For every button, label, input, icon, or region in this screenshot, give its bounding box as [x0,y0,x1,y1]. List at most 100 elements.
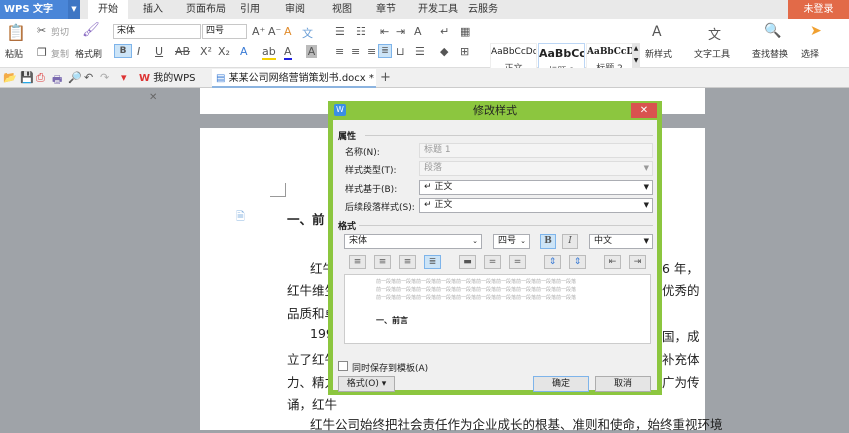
highlight-icon[interactable]: ab [262,45,276,60]
new-style-button[interactable]: 新样式 [645,47,672,60]
italic-toggle[interactable]: I [562,234,578,249]
close-button[interactable]: ✕ [631,103,657,118]
line-spacing-icon[interactable]: ☰ [415,45,425,58]
cut-icon[interactable]: ✂ [37,24,46,37]
new-style-icon[interactable]: A [652,24,662,40]
double-spacing-button[interactable]: = [509,255,526,269]
save-icon[interactable]: 💾 [20,71,34,84]
chevron-down-icon: ⌄ [520,237,526,245]
print-preview-icon[interactable]: 🔎 [68,71,82,84]
chinese-layout-icon[interactable]: A [414,25,422,38]
decrease-indent-icon[interactable]: ⇤ [380,25,389,38]
bold-toggle[interactable]: B [540,234,556,249]
table-icon[interactable]: ▦ [460,25,470,38]
phonetic-icon[interactable]: 文 [302,25,313,41]
name-field[interactable]: 标题 1 [419,143,653,158]
based-on-select[interactable]: ↵ 正文 ▼ [419,180,653,195]
justify-button[interactable]: ≣ [424,255,441,269]
export-pdf-icon[interactable]: ⎙ [36,71,45,85]
dialog-title: 修改样式 [473,104,517,117]
align-center-icon[interactable]: ≡ [351,45,360,58]
select-cursor-icon[interactable]: ➤ [810,23,822,39]
app-menu-dropdown-icon[interactable]: ▼ [68,0,80,19]
copy-icon[interactable]: ❐ [37,46,47,59]
tab-view[interactable]: 视图 [327,0,357,19]
copy-button[interactable]: 复制 [51,47,69,60]
login-button[interactable]: 未登录 [788,0,849,19]
size-select[interactable]: 四号 ⌄ [493,234,530,249]
tab-references[interactable]: 引用 [236,0,264,19]
bold-icon[interactable]: B [114,44,132,58]
increase-para-spacing-button[interactable]: ⇕ [544,255,561,269]
borders-icon[interactable]: ⊞ [460,45,469,58]
doc-tab-my-wps[interactable]: W 我的WPS ✕ [135,69,210,103]
align-right-icon[interactable]: ≡ [367,45,376,58]
customize-icon[interactable]: ▾ [121,71,127,84]
tab-label: 我的WPS [153,73,196,84]
tab-review[interactable]: 审阅 [280,0,310,19]
style-type-select[interactable]: 段落 ▼ [419,161,653,176]
clear-format-icon[interactable]: A [284,25,292,38]
decrease-para-spacing-button[interactable]: ⇕ [569,255,586,269]
align-right-button[interactable]: ≡ [399,255,416,269]
superscript-icon[interactable]: X² [200,45,212,58]
font-color-icon[interactable]: A [284,45,292,60]
align-left-button[interactable]: ≡ [349,255,366,269]
open-icon[interactable]: 📂 [3,71,17,84]
decrease-indent-button[interactable]: ⇤ [604,255,621,269]
tab-insert[interactable]: 插入 [135,0,171,19]
doc-tab-active[interactable]: ▤ 某某公司网络营销策划书.docx * ✕ [212,69,376,103]
grow-font-icon[interactable]: A⁺ [252,25,265,38]
italic-icon[interactable]: I [137,45,140,58]
new-tab-icon[interactable]: + [380,70,391,85]
text-tools-button[interactable]: 文字工具 [694,47,730,60]
print-icon[interactable]: 🖶 [52,71,62,90]
tab-developer[interactable]: 开发工具 [413,0,463,19]
format-painter-icon[interactable]: 🖌 [82,22,100,38]
shading-icon[interactable]: ◆ [440,45,448,58]
subscript-icon[interactable]: X₂ [218,45,230,58]
one-half-spacing-button[interactable]: = [484,255,501,269]
show-marks-icon[interactable]: ↵ [440,25,449,38]
format-menu-button[interactable]: 格式(O) ▾ [338,376,395,392]
format-painter-button[interactable]: 格式刷 [75,47,102,60]
distribute-icon[interactable]: ⊔ [396,45,405,58]
ok-button[interactable]: 确定 [533,376,589,392]
paste-icon[interactable]: 📋 [6,23,26,42]
font-size-select[interactable]: 四号 [202,24,247,39]
redo-icon[interactable]: ↷ [100,71,109,84]
select-button[interactable]: 选择 [801,47,819,60]
increase-indent-button[interactable]: ⇥ [629,255,646,269]
paste-button[interactable]: 粘贴 [5,47,23,60]
next-style-select[interactable]: ↵ 正文 ▼ [419,198,653,213]
single-spacing-button[interactable]: ▬ [459,255,476,269]
tab-chapter[interactable]: 章节 [371,0,401,19]
tab-cloud[interactable]: 云服务 [466,0,500,19]
increase-indent-icon[interactable]: ⇥ [396,25,405,38]
based-on-value: ↵ 正文 [424,182,453,192]
align-center-button[interactable]: ≡ [374,255,391,269]
shrink-font-icon[interactable]: A⁻ [268,25,281,38]
justify-icon[interactable]: ≣ [378,44,392,58]
cancel-button[interactable]: 取消 [595,376,651,392]
numbered-list-icon[interactable]: ☷ [356,25,366,38]
language-select[interactable]: 中文 ▼ [589,234,653,249]
find-replace-icon[interactable]: 🔍 [764,23,781,39]
text-tools-icon[interactable]: 文 [708,24,721,43]
strikethrough-icon[interactable]: AB [175,45,190,58]
close-icon[interactable]: ✕ [149,92,157,103]
underline-icon[interactable]: U [155,45,163,58]
cut-button[interactable]: 剪切 [51,25,69,38]
bullet-list-icon[interactable]: ☰ [335,25,345,38]
text-effect-icon[interactable]: A [240,45,248,58]
save-template-checkbox[interactable] [338,361,348,371]
paragraph-handle-icon[interactable]: 🗎 [236,208,245,227]
char-shading-icon[interactable]: A [306,45,317,58]
find-replace-button[interactable]: 查找替换 [752,47,788,60]
undo-icon[interactable]: ↶ [84,71,93,84]
tab-home[interactable]: 开始 [88,0,128,19]
font-select[interactable]: 宋体 ⌄ [344,234,482,249]
font-select[interactable]: 宋体 [113,24,201,39]
align-left-icon[interactable]: ≡ [335,45,344,58]
tab-page-layout[interactable]: 页面布局 [178,0,234,19]
